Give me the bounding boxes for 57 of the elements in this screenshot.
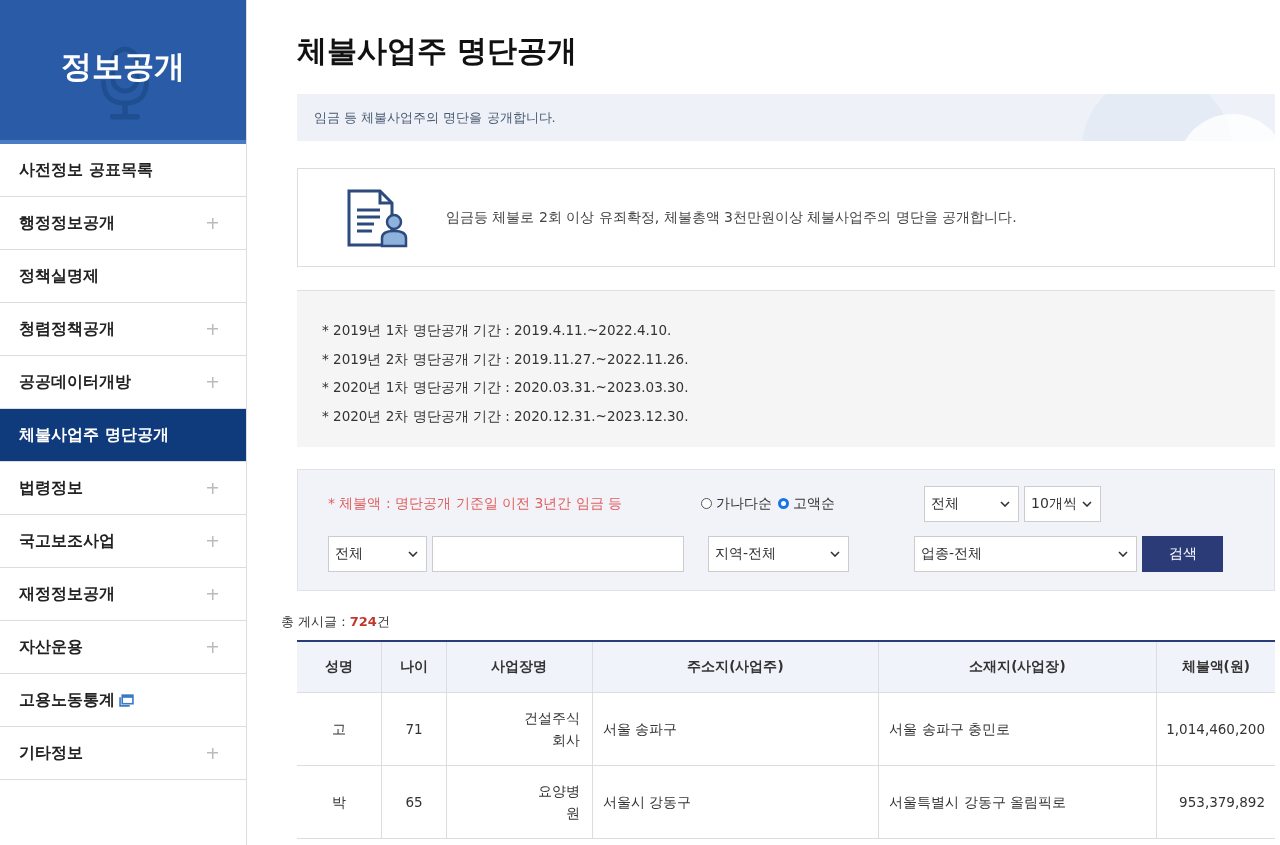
- radio-label[interactable]: 가나다순: [716, 494, 772, 513]
- info-text: 임금등 체불로 2회 이상 유죄확정, 체불총액 3천만원이상 체불사업주의 명단을 공개합니다.: [446, 208, 1017, 227]
- column-header: 소재지(사업장): [878, 640, 1157, 693]
- table-cell: 65: [381, 765, 446, 839]
- sidebar-item[interactable]: 사전정보 공표목록: [0, 144, 246, 197]
- sidebar-item[interactable]: 기타정보: [0, 727, 246, 780]
- sidebar-item[interactable]: 행정정보공개: [0, 197, 246, 250]
- chevron-down-icon: [1118, 550, 1128, 557]
- sidebar-item[interactable]: 고용노동통계: [0, 674, 246, 727]
- radio-button[interactable]: [778, 498, 789, 510]
- radio-button[interactable]: [701, 498, 712, 510]
- column-header: 사업장명: [446, 640, 593, 693]
- sidebar-item[interactable]: 법령정보: [0, 462, 246, 515]
- column-header: 주소지(사업주): [592, 640, 879, 693]
- page-size-select[interactable]: 10개씩: [1024, 485, 1101, 522]
- table-cell: 요양병 원: [446, 765, 593, 839]
- sidebar-item[interactable]: 정책실명제: [0, 250, 246, 303]
- sidebar-item[interactable]: 국고보조사업: [0, 515, 246, 568]
- period-text: * 2020년 1차 명단공개 기간 : 2020.03.31.~2023.03.30.: [322, 378, 690, 398]
- new-window-icon: [119, 693, 134, 707]
- page-title: 체불사업주 명단공개: [297, 32, 579, 70]
- column-header: 나이: [381, 640, 446, 693]
- radio-label[interactable]: 고액순: [793, 494, 835, 513]
- sidebar-title: 정보공개: [61, 47, 185, 86]
- chevron-down-icon: [1082, 500, 1092, 507]
- sidebar-item[interactable]: 체불사업주 명단공개: [0, 409, 246, 462]
- table-cell: 서울 송파구 충민로: [878, 692, 1157, 766]
- table-cell: 서울특별시 강동구 올림픽로: [878, 765, 1157, 839]
- period-text: * 2019년 2차 명단공개 기간 : 2019.11.27.~2022.11.26.: [322, 349, 690, 369]
- chevron-down-icon: [1000, 500, 1010, 507]
- sidebar-item[interactable]: 청렴정책공개: [0, 303, 246, 356]
- chevron-down-icon: [830, 550, 840, 557]
- subtitle-text: 임금 등 체불사업주의 명단을 공개합니다.: [314, 108, 556, 127]
- keyword-input[interactable]: [432, 535, 684, 572]
- field-select[interactable]: 전체: [328, 535, 427, 572]
- period-text: * 2019년 1차 명단공개 기간 : 2019.4.11.~2022.4.10.: [322, 321, 673, 340]
- region-select[interactable]: 지역-전체: [708, 535, 849, 572]
- document-person-icon: [346, 187, 408, 248]
- industry-select[interactable]: 업종-전체: [914, 535, 1137, 572]
- table-cell: 고: [297, 692, 382, 766]
- total-count: 총 게시글 : 724건: [281, 612, 391, 631]
- search-note: * 체불액 : 명단공개 기준일 이전 3년간 임금 등: [328, 494, 624, 513]
- search-button[interactable]: 검색: [1142, 535, 1223, 572]
- table-cell: 서울시 강동구: [592, 765, 879, 839]
- table-cell: 건설주식 회사: [446, 692, 593, 766]
- table-cell: 1,014,460,200: [1156, 692, 1275, 766]
- sidebar-item[interactable]: 자산운용: [0, 621, 246, 674]
- chevron-down-icon: [408, 550, 418, 557]
- table-cell: 박: [297, 765, 382, 839]
- period-text: * 2020년 2차 명단공개 기간 : 2020.12.31.~2023.12.30.: [322, 407, 690, 427]
- year-select[interactable]: 전체: [924, 485, 1019, 522]
- table-cell: 서울 송파구: [592, 692, 879, 766]
- column-header: 체불액(원): [1156, 640, 1275, 693]
- column-header: 성명: [297, 640, 382, 693]
- sidebar-item[interactable]: 재정정보공개: [0, 568, 246, 621]
- table-cell: 71: [381, 692, 446, 766]
- table-cell: 953,379,892: [1156, 765, 1275, 839]
